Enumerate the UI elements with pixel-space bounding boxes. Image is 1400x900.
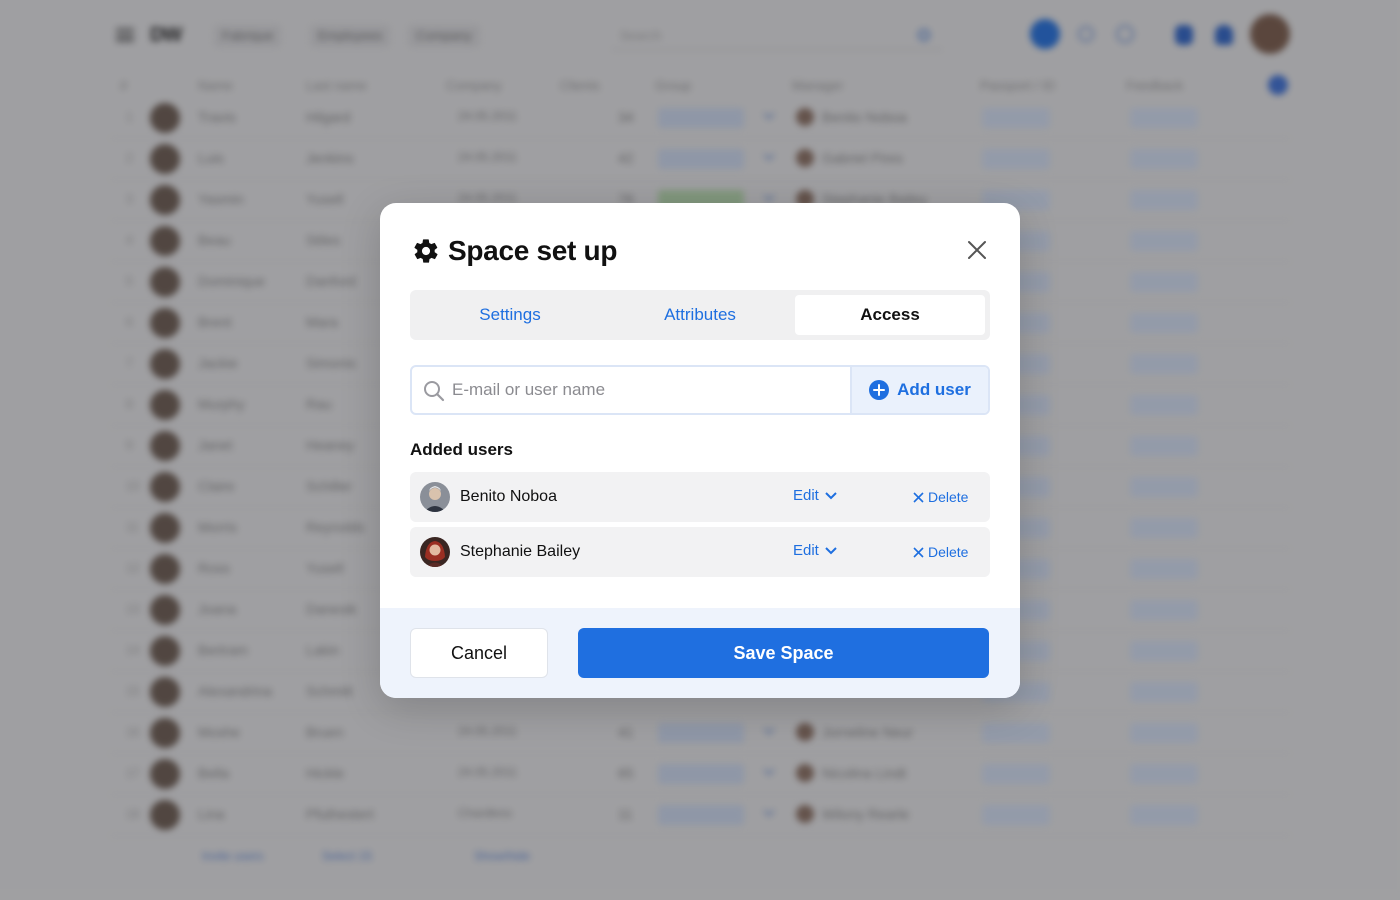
user-name: Stephanie Bailey (460, 543, 581, 560)
plus-circle-icon (869, 380, 890, 400)
edit-permission-dropdown[interactable]: Edit (793, 487, 837, 504)
tab-bar: Settings Attributes Access (410, 290, 990, 340)
delete-label: Delete (928, 489, 969, 505)
chevron-down-icon (825, 491, 837, 499)
save-space-button[interactable]: Save Space (578, 628, 989, 678)
add-user-row: Add user (410, 365, 990, 415)
tab-settings[interactable]: Settings (415, 295, 605, 335)
search-icon (424, 381, 445, 402)
space-setup-modal: Space set up Settings Attributes Access … (380, 203, 1020, 698)
user-row: Stephanie Bailey Edit Delete (410, 527, 990, 577)
modal-title: Space set up (448, 235, 618, 266)
close-icon[interactable] (964, 237, 990, 263)
modal-header: Space set up (412, 233, 617, 269)
user-search-input[interactable] (452, 367, 842, 413)
tab-access[interactable]: Access (795, 295, 985, 335)
delete-user-button[interactable]: Delete (913, 544, 968, 560)
delete-user-button[interactable]: Delete (913, 489, 968, 505)
close-icon (913, 546, 924, 558)
added-users-heading: Added users (410, 440, 513, 459)
edit-label: Edit (793, 542, 819, 559)
tab-attributes[interactable]: Attributes (605, 295, 795, 335)
avatar (420, 537, 450, 567)
edit-permission-dropdown[interactable]: Edit (793, 542, 837, 559)
chevron-down-icon (825, 546, 837, 554)
user-row: Benito Noboa Edit Delete (410, 472, 990, 522)
gear-icon (414, 239, 438, 263)
modal-footer: Cancel Save Space (380, 608, 1020, 698)
user-name: Benito Noboa (460, 488, 557, 505)
add-user-label: Add user (897, 380, 971, 399)
delete-label: Delete (928, 544, 969, 560)
add-user-button[interactable]: Add user (850, 367, 988, 413)
close-icon (913, 491, 924, 503)
avatar (420, 482, 450, 512)
cancel-button[interactable]: Cancel (410, 628, 548, 678)
user-search (412, 367, 850, 413)
edit-label: Edit (793, 487, 819, 504)
